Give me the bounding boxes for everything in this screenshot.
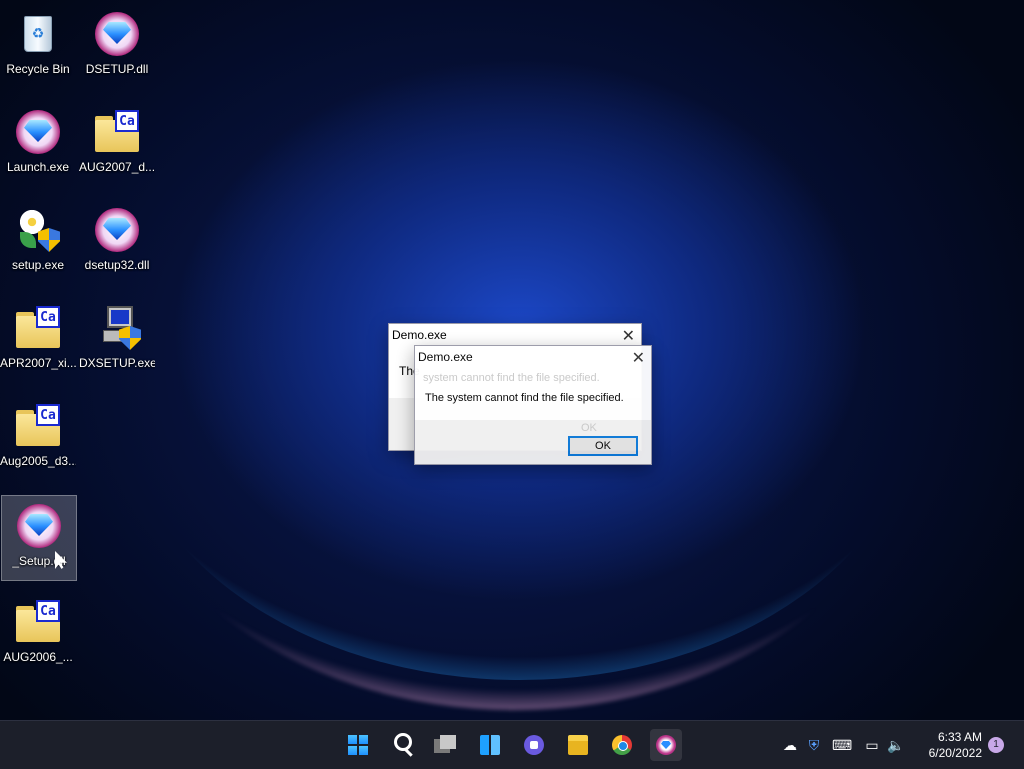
ghost-ok: OK: [581, 422, 597, 434]
desktop-icon-label: AUG2007_d...: [79, 160, 155, 174]
folder-badge: Ca: [36, 306, 60, 328]
ghost-message: system cannot find the file specified.: [423, 372, 600, 384]
gem-app-icon: [656, 735, 676, 755]
folder-icon: Ca: [14, 598, 62, 646]
folder-icon: Ca: [14, 402, 62, 450]
desktop-icon-launch-exe[interactable]: Launch.exe: [0, 102, 76, 188]
desktop-icon-aug2007[interactable]: Ca AUG2007_d...: [79, 102, 155, 188]
desktop-icon-dsetup-dll[interactable]: DSETUP.dll: [79, 4, 155, 90]
start-icon: [348, 735, 368, 755]
onedrive-offline-icon[interactable]: ☁: [780, 735, 800, 755]
chat-icon: [524, 735, 544, 755]
gem-icon: [93, 206, 141, 254]
widgets-icon: [480, 735, 500, 755]
desktop-icon-dsetup32-dll[interactable]: dsetup32.dll: [79, 200, 155, 286]
folder-badge: Ca: [115, 110, 139, 132]
file-explorer-icon: [568, 735, 588, 755]
desktop-icon-aug2005[interactable]: Ca Aug2005_d3...: [0, 396, 76, 482]
recycle-bin-icon: ♻: [14, 10, 62, 58]
desktop-icon-label: Recycle Bin: [6, 62, 70, 76]
chrome-icon: [612, 735, 632, 755]
clock[interactable]: 6:33 AM 6/20/2022: [916, 729, 982, 761]
dialog-titlebar[interactable]: Demo.exe ✕: [415, 346, 651, 368]
clock-date: 6/20/2022: [928, 746, 982, 760]
chrome-button[interactable]: [606, 729, 638, 761]
desktop-icon-label: DSETUP.dll: [85, 62, 149, 76]
taskbar: ☁ ⛨ ⌨ ▭ 🔈 6:33 AM 6/20/2022 1: [0, 720, 1024, 769]
desktop-icon-apr2007[interactable]: Ca APR2007_xi...: [0, 298, 76, 384]
clock-time: 6:33 AM: [937, 730, 982, 744]
desktop-icon-setup-dll[interactable]: _Setup.dll: [1, 495, 77, 581]
chat-button[interactable]: [518, 729, 550, 761]
dxsetup-icon: [93, 304, 141, 352]
dialog-title: Demo.exe: [418, 350, 473, 364]
desktop-icon-label: Aug2005_d3...: [0, 454, 76, 468]
folder-badge: Ca: [36, 404, 60, 426]
desktop-icon-label: DXSETUP.exe: [79, 356, 155, 370]
start-button[interactable]: [342, 729, 374, 761]
widgets-button[interactable]: [474, 729, 506, 761]
notification-badge[interactable]: 1: [988, 737, 1004, 753]
close-icon[interactable]: ✕: [622, 326, 635, 346]
desktop-icon-label: Launch.exe: [6, 160, 70, 174]
folder-icon: Ca: [93, 108, 141, 156]
close-icon[interactable]: ✕: [632, 348, 645, 368]
security-warning-icon[interactable]: ⛨: [804, 735, 824, 755]
error-dialog-front: Demo.exe ✕ system cannot find the file s…: [414, 345, 652, 465]
task-view-icon: [440, 735, 456, 749]
desktop-icon-dxsetup-exe[interactable]: DXSETUP.exe: [79, 298, 155, 384]
dialog-content: system cannot find the file specified. T…: [415, 368, 651, 420]
gem-icon: [15, 502, 63, 550]
setup-icon: [14, 206, 62, 254]
ok-button[interactable]: OK: [568, 436, 638, 456]
desktop-icon-recycle-bin[interactable]: ♻ Recycle Bin: [0, 4, 76, 90]
desktop-icon-label: setup.exe: [11, 258, 65, 272]
dialog-title: Demo.exe: [392, 328, 447, 342]
desktop-icon-aug2006[interactable]: Ca AUG2006_...: [0, 592, 76, 678]
dialog-titlebar[interactable]: Demo.exe ✕: [389, 324, 641, 346]
gem-app-button[interactable]: [650, 729, 682, 761]
search-icon: [394, 733, 412, 751]
file-explorer-button[interactable]: [562, 729, 594, 761]
folder-badge: Ca: [36, 600, 60, 622]
desktop-icon-setup-exe[interactable]: setup.exe: [0, 200, 76, 286]
gem-icon: [93, 10, 141, 58]
desktop-icon-label: AUG2006_...: [3, 650, 73, 664]
task-view-button[interactable]: [430, 729, 462, 761]
desktop-icon-label: dsetup32.dll: [84, 258, 150, 272]
network-icon[interactable]: ▭: [862, 735, 882, 755]
desktop-icon-label: APR2007_xi...: [0, 356, 76, 370]
volume-icon[interactable]: 🔈: [886, 735, 906, 755]
desktop: ♻ Recycle Bin Launch.exe setup.exe Ca AP…: [0, 0, 1024, 720]
gem-icon: [14, 108, 62, 156]
dialog-message: The system cannot find the file specifie…: [425, 392, 624, 404]
folder-icon: Ca: [14, 304, 62, 352]
keyboard-icon[interactable]: ⌨: [832, 735, 852, 755]
search-button[interactable]: [386, 729, 418, 761]
